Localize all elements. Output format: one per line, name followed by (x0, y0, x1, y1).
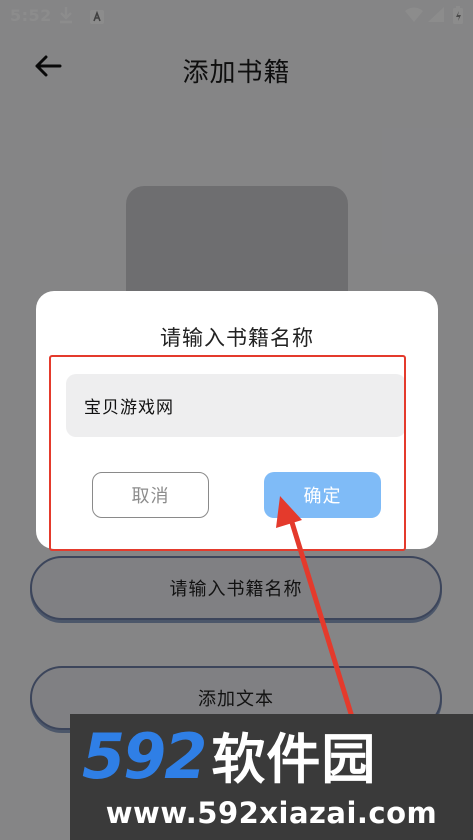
watermark-digits: 592 (82, 720, 207, 793)
watermark-banner: 592 软件园 www.592xiazai.com (70, 714, 473, 840)
watermark-logo: 592 软件园 (82, 726, 376, 788)
watermark-name: 软件园 (211, 728, 377, 791)
watermark-url: www.592xiazai.com (105, 796, 438, 830)
